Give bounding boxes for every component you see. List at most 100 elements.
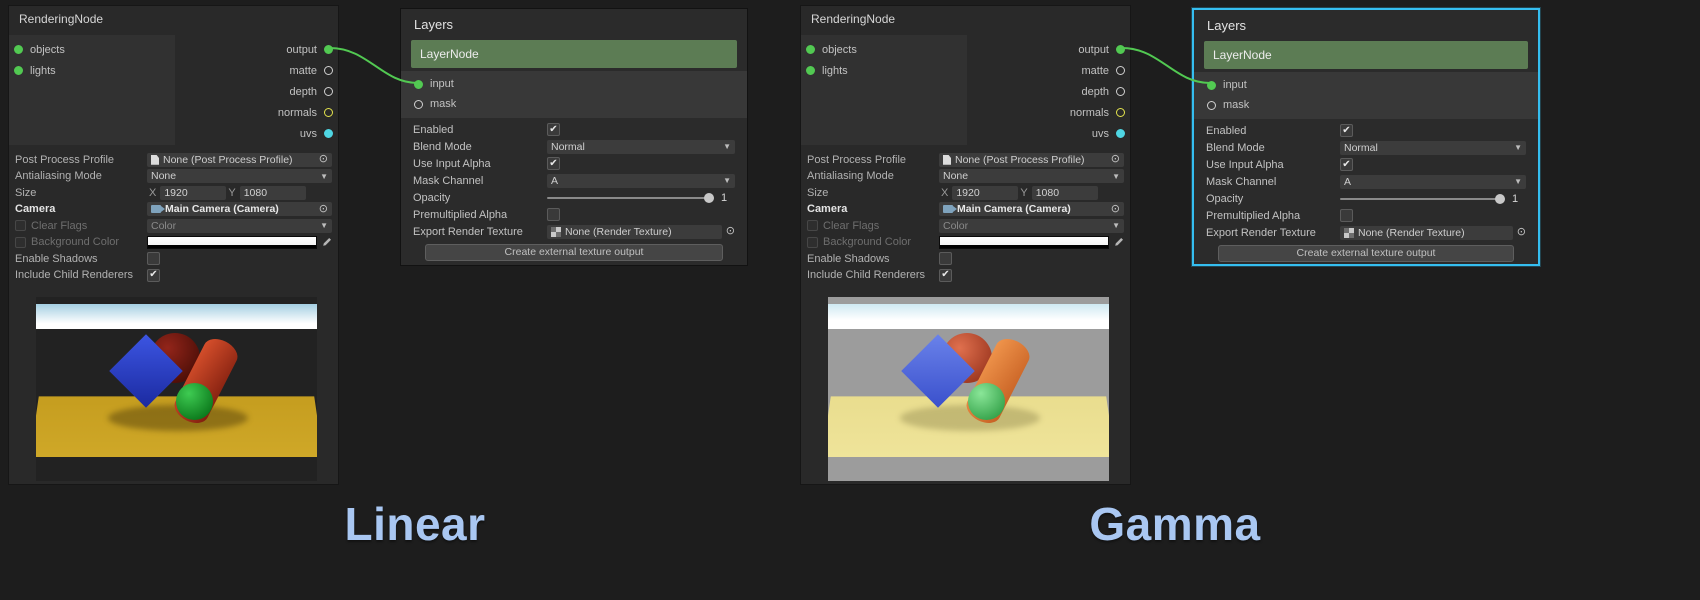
port-dot[interactable]	[1116, 87, 1125, 96]
override-checkbox[interactable]	[15, 237, 26, 248]
object-picker-icon[interactable]: ⊙	[1111, 154, 1120, 165]
eyedropper-icon[interactable]	[321, 237, 332, 248]
background-color-swatch[interactable]	[147, 236, 317, 249]
input-port-mask[interactable]: mask	[1194, 95, 1538, 115]
override-checkbox[interactable]	[807, 220, 818, 231]
output-port-output[interactable]: output	[163, 39, 338, 60]
enabled-checkbox[interactable]: ✔	[547, 123, 560, 136]
port-dot[interactable]	[1116, 45, 1125, 54]
port-label: normals	[1070, 107, 1109, 119]
input-port-input[interactable]: input	[401, 74, 747, 94]
port-dot[interactable]	[324, 45, 333, 54]
input-port-mask[interactable]: mask	[401, 94, 747, 114]
input-port-input[interactable]: input	[1194, 75, 1538, 95]
prop-clear-flags: Clear Flags Color ▼	[807, 218, 1124, 234]
create-external-texture-output-button[interactable]: Create external texture output	[425, 244, 723, 261]
object-picker-icon[interactable]: ⊙	[319, 154, 328, 165]
preview-green-sphere	[176, 383, 213, 420]
port-dot[interactable]	[324, 129, 333, 138]
post-process-profile-field[interactable]: None (Post Process Profile) ⊙	[147, 153, 332, 167]
mask-channel-dropdown[interactable]: A ▼	[1340, 175, 1526, 189]
size-x-field[interactable]: 1920	[952, 186, 1018, 200]
use-input-alpha-checkbox[interactable]: ✔	[1340, 158, 1353, 171]
input-port-lights[interactable]: lights	[9, 60, 175, 81]
clear-flags-dropdown[interactable]: Color ▼	[147, 219, 332, 233]
opacity-slider-handle[interactable]	[704, 193, 714, 203]
input-port-lights[interactable]: lights	[801, 60, 967, 81]
output-port-depth[interactable]: depth	[955, 81, 1130, 102]
object-picker-icon[interactable]: ⊙	[1517, 227, 1526, 238]
output-port-depth[interactable]: depth	[163, 81, 338, 102]
export-render-texture-field[interactable]: None (Render Texture)	[547, 225, 722, 239]
output-port-normals[interactable]: normals	[163, 102, 338, 123]
prop-premultiplied-alpha: Premultiplied Alpha	[413, 207, 735, 223]
output-port-uvs[interactable]: uvs	[955, 123, 1130, 144]
field-value: Normal	[1344, 142, 1510, 154]
enabled-checkbox[interactable]: ✔	[1340, 124, 1353, 137]
use-input-alpha-checkbox[interactable]: ✔	[547, 157, 560, 170]
port-dot[interactable]	[1116, 66, 1125, 75]
port-dot[interactable]	[806, 66, 815, 75]
node-graph-comparison-canvas: RenderingNode objects lights output	[0, 0, 1700, 600]
input-port-objects[interactable]: objects	[9, 39, 175, 60]
port-dot[interactable]	[14, 45, 23, 54]
output-port-matte[interactable]: matte	[955, 60, 1130, 81]
rendering-node-title[interactable]: RenderingNode	[9, 6, 338, 33]
camera-object-field[interactable]: Main Camera (Camera) ⊙	[147, 202, 332, 216]
port-dot[interactable]	[1116, 108, 1125, 117]
mask-channel-dropdown[interactable]: A ▼	[547, 174, 735, 188]
size-y-field[interactable]: 1080	[1032, 186, 1098, 200]
port-dot[interactable]	[324, 108, 333, 117]
port-dot[interactable]	[324, 66, 333, 75]
object-picker-icon[interactable]: ⊙	[319, 204, 328, 215]
premultiplied-alpha-checkbox[interactable]	[1340, 209, 1353, 222]
input-port-objects[interactable]: objects	[801, 39, 967, 60]
output-port-matte[interactable]: matte	[163, 60, 338, 81]
object-picker-icon[interactable]: ⊙	[726, 226, 735, 237]
enable-shadows-checkbox[interactable]	[147, 252, 160, 265]
prop-include-child-renderers: Include Child Renderers ✔	[807, 268, 1124, 284]
port-dot[interactable]	[414, 80, 423, 89]
blend-mode-dropdown[interactable]: Normal ▼	[1340, 141, 1526, 155]
eyedropper-icon[interactable]	[1113, 237, 1124, 248]
layer-node-header[interactable]: LayerNode	[1204, 41, 1528, 69]
opacity-slider[interactable]	[1340, 193, 1505, 205]
background-color-swatch[interactable]	[939, 236, 1109, 249]
antialiasing-mode-dropdown[interactable]: None ▼	[939, 169, 1124, 183]
clear-flags-dropdown[interactable]: Color ▼	[939, 219, 1124, 233]
export-render-texture-field[interactable]: None (Render Texture)	[1340, 226, 1513, 240]
port-dot[interactable]	[806, 45, 815, 54]
camera-object-field[interactable]: Main Camera (Camera) ⊙	[939, 202, 1124, 216]
color-space-side: RenderingNode objects lights output	[0, 0, 860, 600]
include-child-renderers-checkbox[interactable]: ✔	[147, 269, 160, 282]
rendering-node-title[interactable]: RenderingNode	[801, 6, 1130, 33]
port-dot[interactable]	[14, 66, 23, 75]
override-checkbox[interactable]	[15, 220, 26, 231]
opacity-slider[interactable]	[547, 192, 714, 204]
port-dot[interactable]	[1207, 101, 1216, 110]
create-external-texture-output-button[interactable]: Create external texture output	[1218, 245, 1514, 262]
checkmark: ✔	[149, 270, 157, 280]
size-y-field[interactable]: 1080	[240, 186, 306, 200]
output-port-normals[interactable]: normals	[955, 102, 1130, 123]
enable-shadows-checkbox[interactable]	[939, 252, 952, 265]
port-dot[interactable]	[1116, 129, 1125, 138]
port-dot[interactable]	[1207, 81, 1216, 90]
layer-node-header[interactable]: LayerNode	[411, 40, 737, 68]
render-texture-icon	[551, 227, 561, 237]
override-checkbox[interactable]	[807, 237, 818, 248]
port-dot[interactable]	[414, 100, 423, 109]
antialiasing-mode-dropdown[interactable]: None ▼	[147, 169, 332, 183]
opacity-slider-handle[interactable]	[1495, 194, 1505, 204]
premultiplied-alpha-checkbox[interactable]	[547, 208, 560, 221]
blend-mode-dropdown[interactable]: Normal ▼	[547, 140, 735, 154]
include-child-renderers-checkbox[interactable]: ✔	[939, 269, 952, 282]
output-port-uvs[interactable]: uvs	[163, 123, 338, 144]
object-picker-icon[interactable]: ⊙	[1111, 204, 1120, 215]
port-dot[interactable]	[324, 87, 333, 96]
size-x-field[interactable]: 1920	[160, 186, 226, 200]
prop-export-render-texture: Export Render Texture None (Render Textu…	[413, 224, 735, 240]
post-process-profile-field[interactable]: None (Post Process Profile) ⊙	[939, 153, 1124, 167]
output-port-output[interactable]: output	[955, 39, 1130, 60]
port-label: uvs	[1092, 128, 1109, 140]
